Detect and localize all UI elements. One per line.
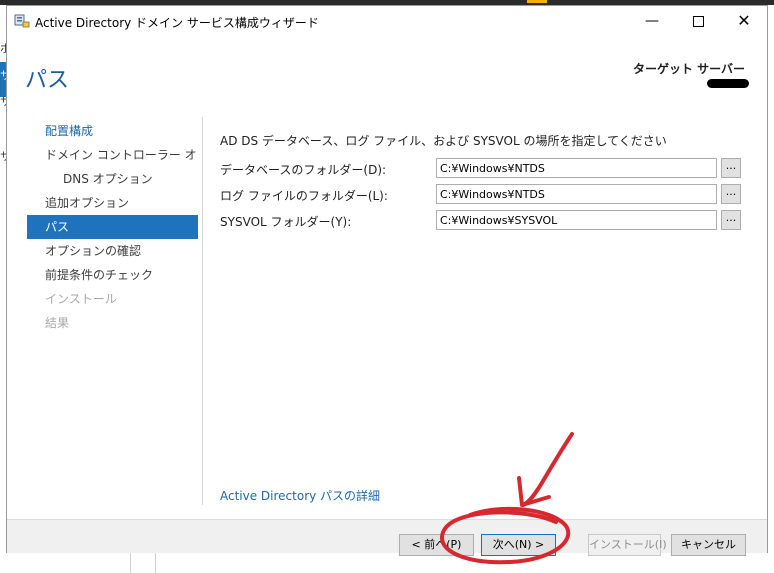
previous-button[interactable]: < 前へ(P) (399, 534, 474, 556)
database-folder-label: データベースのフォルダー(D): (220, 163, 387, 177)
log-folder-browse-button[interactable]: ... (721, 184, 741, 204)
cancel-button[interactable]: キャンセル (671, 534, 746, 556)
ad-ds-icon (14, 14, 30, 28)
minimize-button[interactable]: — (629, 6, 675, 36)
background-highlight (527, 0, 547, 3)
sysvol-folder-browse-button[interactable]: ... (721, 210, 741, 230)
install-button: インストール(I) (588, 534, 667, 556)
maximize-icon (692, 15, 704, 27)
nav-item-paths[interactable]: パス (27, 215, 198, 239)
window-title: Active Directory ドメイン サービス構成ウィザード (35, 16, 319, 30)
database-folder-browse-button[interactable]: ... (721, 158, 741, 178)
button-bar: < 前へ(P) 次へ(N) > インストール(I) キャンセル (7, 519, 767, 556)
target-server-label: ターゲット サーバー (632, 62, 745, 76)
wizard-nav: 配置構成 ドメイン コントローラー オプシ... DNS オプション 追加オプシ… (27, 119, 198, 335)
background-divider (155, 553, 156, 573)
nav-item-dc-options[interactable]: ドメイン コントローラー オプシ... (27, 143, 198, 167)
sysvol-folder-input[interactable] (436, 210, 717, 230)
title-bar[interactable]: Active Directory ドメイン サービス構成ウィザード — ✕ (7, 6, 767, 36)
nav-item-deployment-config[interactable]: 配置構成 (27, 119, 198, 143)
wizard-dialog: Active Directory ドメイン サービス構成ウィザード — ✕ パス… (6, 5, 768, 556)
next-button[interactable]: 次へ(N) > (481, 534, 556, 556)
nav-item-installation: インストール (45, 292, 117, 306)
nav-item-review-options[interactable]: オプションの確認 (27, 239, 198, 263)
log-folder-label: ログ ファイルのフォルダー(L): (220, 189, 388, 203)
paths-description: AD DS データベース、ログ ファイル、および SYSVOL の場所を指定して… (220, 134, 667, 148)
nav-item-results: 結果 (45, 316, 70, 330)
paths-help-link[interactable]: Active Directory パスの詳細 (220, 487, 380, 504)
database-folder-input[interactable] (436, 158, 717, 178)
close-button[interactable]: ✕ (721, 6, 767, 36)
sysvol-folder-label: SYSVOL フォルダー(Y): (220, 215, 352, 229)
nav-item-additional-options[interactable]: 追加オプション (27, 191, 198, 215)
background-divider (130, 553, 131, 573)
page-title: パス (25, 68, 70, 93)
redacted-server-name (707, 79, 749, 88)
maximize-button[interactable] (675, 6, 721, 36)
nav-divider (202, 117, 203, 505)
nav-item-prerequisites-check[interactable]: 前提条件のチェック (27, 263, 198, 287)
nav-item-dns-options[interactable]: DNS オプション (27, 167, 198, 191)
log-folder-input[interactable] (436, 184, 717, 204)
